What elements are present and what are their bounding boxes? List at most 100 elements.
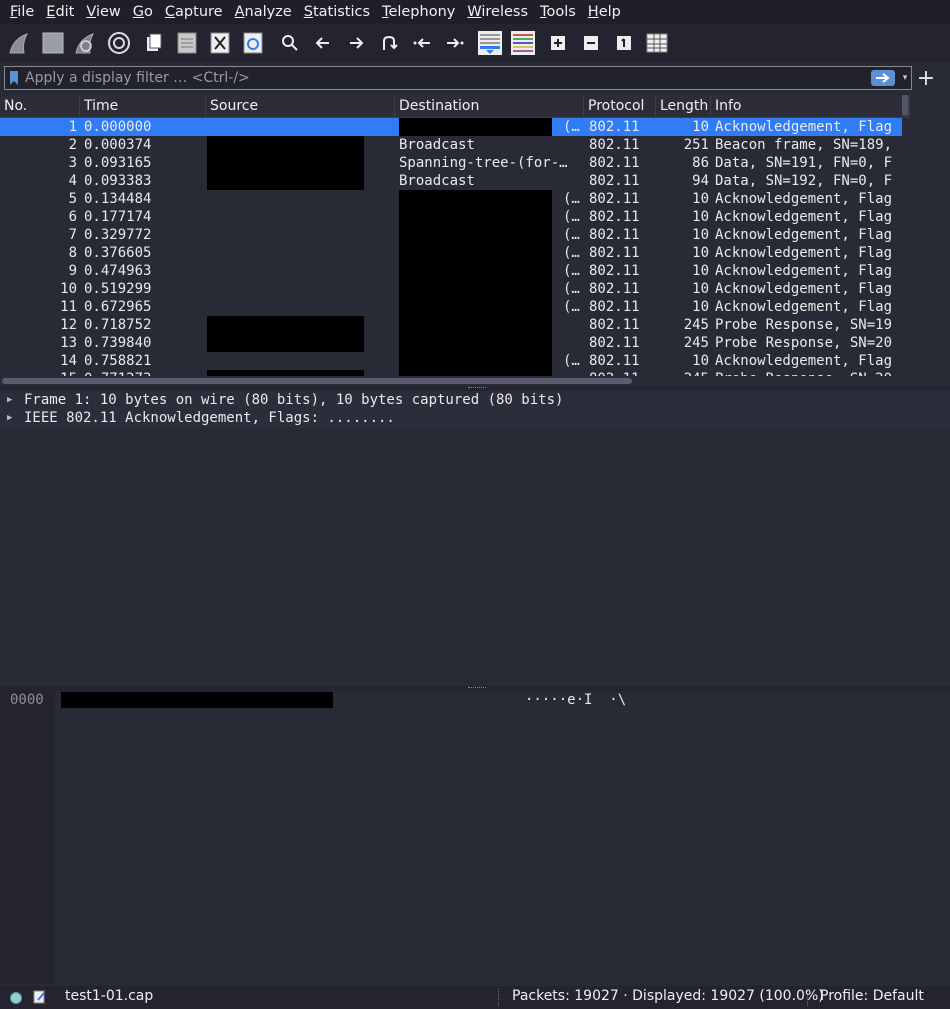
- packet-cell-time: 0.771273: [84, 370, 204, 376]
- packet-row[interactable]: 3 0.093165 Spanning-tree-(for-… 802.11 86 Dat…: [0, 154, 902, 172]
- packet-cell-no: 1: [68, 119, 77, 135]
- packet-bytes-pane: 0000 ·····e·I ·\: [0, 691, 950, 984]
- packet-cell-time: 0.000374: [84, 137, 152, 153]
- bytes-offset: 0000: [10, 692, 44, 708]
- packet-row[interactable]: 11 0.672965 (… 802.11 10 Acknowledgement, Fla…: [0, 298, 902, 316]
- capture-comment-icon[interactable]: [33, 990, 46, 1004]
- column-header-time[interactable]: Time: [80, 95, 206, 118]
- packet-list-horizontal-scrollbar[interactable]: [2, 378, 632, 384]
- display-filter-input[interactable]: [23, 67, 871, 89]
- zoom-out-icon[interactable]: [579, 29, 603, 57]
- packet-row[interactable]: 15 0.771273 802.11 245 Probe Response, SN=20: [0, 370, 902, 376]
- packet-list-scrollbar-thumb[interactable]: [902, 95, 908, 115]
- zoom-in-icon[interactable]: [546, 29, 570, 57]
- packet-row[interactable]: 1 0.000000 (… 802.11 10 Acknowledgement, Flag: [0, 118, 902, 136]
- packet-row[interactable]: 5 0.134484 (… 802.11 10 Acknowledgement, Flag: [0, 190, 902, 208]
- packet-cell-proto: 802.11: [589, 137, 640, 153]
- packet-cell-dst: (…: [563, 281, 580, 297]
- redacted-destination: [399, 118, 552, 136]
- packet-cell-dst: Broadcast: [399, 137, 475, 153]
- packet-cell-proto: 802.11: [589, 191, 640, 207]
- packet-row[interactable]: 4 0.093383 Broadcast 802.11 94 Data, SN=192, …: [0, 172, 902, 190]
- packet-row[interactable]: 12 0.718752 802.11 245 Probe Response, SN=19: [0, 316, 902, 334]
- redacted-destination: [399, 298, 552, 316]
- capture-options-gear-icon[interactable]: [105, 29, 133, 57]
- redacted-destination: [399, 226, 552, 244]
- menu-help[interactable]: Help: [582, 4, 627, 20]
- go-last-packet-icon[interactable]: [443, 29, 467, 57]
- auto-scroll-icon[interactable]: [476, 29, 504, 57]
- close-file-icon[interactable]: [208, 29, 232, 57]
- detail-tree-item-frame[interactable]: ▶ Frame 1: 10 bytes on wire (80 bits), 1…: [0, 391, 950, 409]
- packet-cell-no: 13: [60, 335, 77, 351]
- go-to-packet-icon[interactable]: [377, 29, 401, 57]
- column-header-no[interactable]: No.: [0, 95, 80, 118]
- packet-cell-info: Acknowledgement, Flag: [715, 227, 893, 243]
- packet-row[interactable]: 8 0.376605 (… 802.11 10 Acknowledgement, Flag: [0, 244, 902, 262]
- expand-arrow-icon[interactable]: ▶: [7, 391, 12, 409]
- apply-filter-arrow-icon[interactable]: [871, 70, 895, 86]
- go-first-packet-icon[interactable]: [410, 29, 434, 57]
- colorize-packet-list-icon[interactable]: [509, 29, 537, 57]
- packet-row[interactable]: 10 0.519299 (… 802.11 10 Acknowledgement, Fla…: [0, 280, 902, 298]
- packet-cell-dst: (…: [563, 209, 580, 225]
- packet-cell-no: 3: [68, 155, 77, 171]
- restart-capture-icon[interactable]: [72, 29, 100, 57]
- packet-cell-proto: 802.11: [589, 173, 640, 189]
- packet-cell-no: 9: [68, 263, 77, 279]
- column-header-protocol[interactable]: Protocol: [584, 95, 656, 118]
- menu-telephony[interactable]: Telephony: [376, 4, 461, 20]
- packet-cell-len: 245: [659, 370, 709, 376]
- start-capture-shark-fin-icon[interactable]: [6, 29, 34, 57]
- column-header-source[interactable]: Source: [206, 95, 395, 118]
- menu-go[interactable]: Go: [127, 4, 159, 20]
- column-header-length[interactable]: Length: [656, 95, 711, 118]
- go-back-arrow-icon[interactable]: [311, 29, 335, 57]
- menu-view[interactable]: View: [80, 4, 126, 20]
- packet-cell-dst: (…: [563, 263, 580, 279]
- reload-file-icon[interactable]: [241, 29, 265, 57]
- save-file-icon[interactable]: [175, 29, 199, 57]
- menu-statistics[interactable]: Statistics: [298, 4, 376, 20]
- redacted-source: [207, 316, 364, 334]
- menu-tools[interactable]: Tools: [534, 4, 582, 20]
- packet-cell-time: 0.000000: [84, 119, 152, 135]
- packet-cell-proto: 802.11: [589, 370, 655, 376]
- menu-analyze[interactable]: Analyze: [229, 4, 298, 20]
- menu-capture[interactable]: Capture: [159, 4, 229, 20]
- find-packet-search-icon[interactable]: [278, 29, 302, 57]
- filter-bookmark-icon[interactable]: [5, 67, 23, 89]
- filter-history-dropdown-icon[interactable]: ▾: [899, 67, 911, 89]
- expand-arrow-icon[interactable]: ▶: [7, 409, 12, 427]
- menu-file[interactable]: File: [4, 4, 40, 20]
- packet-row[interactable]: 14 0.758821 (… 802.11 10 Acknowledgement, Fla…: [0, 352, 902, 370]
- packet-cell-len: 251: [683, 137, 709, 153]
- packet-cell-proto: 802.11: [589, 353, 640, 369]
- packet-row[interactable]: 7 0.329772 (… 802.11 10 Acknowledgement, Flag: [0, 226, 902, 244]
- packet-row[interactable]: 13 0.739840 802.11 245 Probe Response, SN=20: [0, 334, 902, 352]
- packet-cell-len: 94: [692, 173, 709, 189]
- normal-size-icon[interactable]: [612, 29, 636, 57]
- packet-cell-no: 15: [0, 370, 80, 376]
- packet-row[interactable]: 2 0.000374 Broadcast 802.11 251 Beacon frame,…: [0, 136, 902, 154]
- resize-columns-icon[interactable]: [645, 29, 669, 57]
- go-forward-arrow-icon[interactable]: [344, 29, 368, 57]
- menu-edit[interactable]: Edit: [40, 4, 80, 20]
- column-header-info[interactable]: Info: [711, 95, 902, 118]
- packet-cell-info: Data, SN=192, FN=0, F: [715, 173, 893, 189]
- packet-cell-len: 245: [683, 317, 709, 333]
- packet-cell-src: [208, 118, 394, 136]
- column-header-destination[interactable]: Destination: [395, 95, 584, 118]
- packet-row[interactable]: 9 0.474963 (… 802.11 10 Acknowledgement, Flag: [0, 262, 902, 280]
- detail-tree-item-ieee80211[interactable]: ▶ IEEE 802.11 Acknowledgement, Flags: ..…: [0, 409, 950, 427]
- packet-row[interactable]: 6 0.177174 (… 802.11 10 Acknowledgement, Flag: [0, 208, 902, 226]
- status-profile[interactable]: Profile: Default: [820, 988, 924, 1004]
- add-filter-button-plus-icon[interactable]: +: [916, 66, 936, 91]
- expert-info-status-icon[interactable]: [10, 992, 22, 1004]
- menu-wireless[interactable]: Wireless: [461, 4, 534, 20]
- display-filter-bar: ▾: [4, 66, 912, 90]
- open-file-icon[interactable]: [142, 29, 166, 57]
- packet-cell-no: 4: [68, 173, 77, 189]
- stop-capture-icon[interactable]: [39, 29, 67, 57]
- packet-cell-time: 0.134484: [84, 191, 152, 207]
